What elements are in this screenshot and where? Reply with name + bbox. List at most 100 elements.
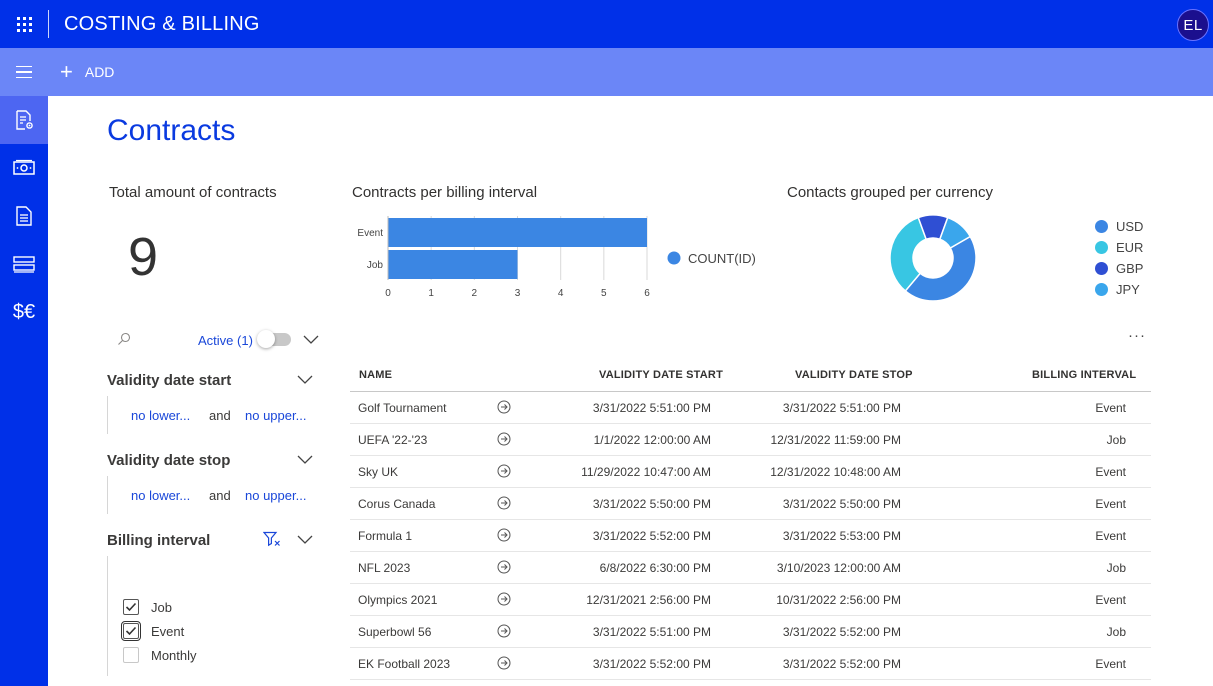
- checkmark-icon: [125, 626, 137, 636]
- kpi-value: 9: [128, 227, 159, 287]
- nav-money[interactable]: [0, 144, 48, 192]
- x-tick-label: 5: [601, 288, 607, 299]
- cell-billing-interval: Job: [1106, 433, 1126, 447]
- table-row[interactable]: Corus Canada 3/31/2022 5:50:00 PM 3/31/202…: [350, 488, 1151, 520]
- left-nav-rail: $€: [0, 96, 48, 686]
- cell-name: Superbowl 56: [358, 625, 432, 639]
- column-header-validity-start[interactable]: VALIDITY DATE START: [599, 369, 723, 381]
- table-row[interactable]: Superbowl 56 3/31/2022 5:51:00 PM 3/31/202…: [350, 616, 1151, 648]
- legend-item-gbp[interactable]: GBP: [1095, 261, 1143, 276]
- open-record-icon[interactable]: [497, 592, 511, 606]
- bar-chart: 0 1 2 3 4 5 6 Event Job COUNT(ID): [357, 216, 756, 299]
- cell-billing-interval: Job: [1106, 561, 1126, 575]
- nav-documents[interactable]: [0, 192, 48, 240]
- cell-validity-start: 6/8/2022 6:30:00 PM: [599, 561, 711, 575]
- donut-chart: [889, 214, 977, 302]
- legend-label: USD: [1116, 219, 1144, 234]
- active-filter-label[interactable]: Active (1): [198, 333, 253, 348]
- chevron-down-icon[interactable]: [297, 455, 313, 465]
- open-record-icon[interactable]: [497, 528, 511, 542]
- chevron-down-icon[interactable]: [303, 335, 319, 345]
- add-button[interactable]: + ADD: [60, 61, 114, 83]
- cell-validity-start: 1/1/2022 12:00:00 AM: [593, 433, 711, 447]
- cell-validity-start: 3/31/2022 5:50:00 PM: [592, 497, 711, 511]
- checkbox-monthly[interactable]: [123, 647, 139, 663]
- cell-billing-interval: Event: [1095, 465, 1126, 479]
- legend-item-usd[interactable]: USD: [1095, 219, 1143, 234]
- nav-contracts[interactable]: [0, 96, 48, 144]
- column-header-name[interactable]: NAME: [359, 369, 392, 381]
- nav-list[interactable]: [0, 240, 48, 288]
- search-icon[interactable]: [117, 332, 131, 346]
- waffle-icon: [16, 16, 32, 32]
- category-label: Job: [367, 260, 384, 271]
- stop-lower-bound-link[interactable]: no lower...: [131, 488, 190, 503]
- filter-title-validity-stop: Validity date stop: [107, 452, 231, 469]
- app-title: COSTING & BILLING: [64, 12, 260, 35]
- checkmark-icon: [125, 602, 137, 612]
- table-row[interactable]: UEFA '22-'23 1/1/2022 12:00:00 AM 12/31/20…: [350, 424, 1151, 456]
- stop-upper-bound-link[interactable]: no upper...: [245, 488, 306, 503]
- cell-billing-interval: Event: [1095, 593, 1126, 607]
- cell-validity-stop: 12/31/2022 10:48:00 AM: [770, 465, 901, 479]
- filter-title-billing-interval: Billing interval: [107, 532, 211, 549]
- legend-marker: [1095, 220, 1108, 233]
- x-tick-label: 6: [644, 288, 650, 299]
- cell-validity-start: 3/31/2022 5:52:00 PM: [592, 657, 711, 671]
- cell-billing-interval: Event: [1095, 401, 1126, 415]
- open-record-icon[interactable]: [497, 400, 511, 414]
- contract-settings-icon: [16, 110, 33, 130]
- table-row[interactable]: Formula 1 3/31/2022 5:52:00 PM 3/31/2022 5…: [350, 520, 1151, 552]
- x-tick-label: 3: [515, 288, 521, 299]
- clear-filter-icon[interactable]: [263, 531, 281, 547]
- open-record-icon[interactable]: [497, 624, 511, 638]
- open-record-icon[interactable]: [497, 432, 511, 446]
- chevron-down-icon[interactable]: [297, 535, 313, 545]
- cell-name: Sky UK: [358, 465, 399, 479]
- cell-name: Formula 1: [358, 529, 413, 543]
- more-options-icon[interactable]: ···: [1128, 327, 1146, 344]
- cell-name: Olympics 2021: [358, 593, 438, 607]
- column-header-validity-stop[interactable]: VALIDITY DATE STOP: [795, 369, 913, 381]
- cell-validity-start: 3/31/2022 5:51:00 PM: [592, 625, 711, 639]
- legend-item-jpy[interactable]: JPY: [1095, 282, 1140, 297]
- cell-validity-stop: 12/31/2022 11:59:00 PM: [770, 433, 901, 447]
- add-button-label: ADD: [84, 64, 115, 80]
- nav-toggle-button[interactable]: [0, 48, 48, 96]
- open-record-icon[interactable]: [497, 496, 511, 510]
- open-record-icon[interactable]: [497, 560, 511, 574]
- table-row[interactable]: Olympics 2021 12/31/2021 2:56:00 PM 10/31/…: [350, 584, 1151, 616]
- toggle-knob[interactable]: [257, 330, 275, 348]
- cell-billing-interval: Event: [1095, 529, 1126, 543]
- legend-label: GBP: [1116, 261, 1144, 276]
- table-row[interactable]: Sky UK 11/29/2022 10:47:00 AM 12/31/2022 1…: [350, 456, 1151, 488]
- legend-label: EUR: [1116, 240, 1144, 255]
- start-lower-bound-link[interactable]: no lower...: [131, 408, 190, 423]
- cell-validity-stop: 3/31/2022 5:51:00 PM: [782, 401, 901, 415]
- checkbox-job[interactable]: [123, 599, 139, 615]
- open-record-icon[interactable]: [497, 464, 511, 478]
- user-avatar[interactable]: EL: [1177, 9, 1209, 41]
- open-record-icon[interactable]: [497, 656, 511, 670]
- currency-icon: $€: [12, 300, 36, 323]
- filter-title-validity-start: Validity date start: [107, 372, 232, 389]
- table-row[interactable]: EK Football 2023 3/31/2022 5:52:00 PM 3/31…: [350, 648, 1151, 680]
- start-upper-bound-link[interactable]: no upper...: [245, 408, 306, 423]
- bar-chart-title: Contracts per billing interval: [352, 184, 538, 201]
- column-header-billing-interval[interactable]: BILLING INTERVAL: [1032, 369, 1136, 381]
- document-icon: [16, 206, 32, 226]
- table-row[interactable]: NFL 2023 6/8/2022 6:30:00 PM 3/10/2023 12:…: [350, 552, 1151, 584]
- nav-currency[interactable]: $€: [0, 288, 48, 336]
- cell-name: Corus Canada: [358, 497, 436, 511]
- app-launcher-button[interactable]: [0, 0, 48, 48]
- checkbox-event[interactable]: [121, 621, 141, 641]
- chevron-down-icon[interactable]: [297, 375, 313, 385]
- legend-item-eur[interactable]: EUR: [1095, 240, 1143, 255]
- bar-event[interactable]: [388, 218, 647, 247]
- cell-billing-interval: Job: [1106, 625, 1126, 639]
- cell-name: Golf Tournament: [358, 401, 447, 415]
- bar-job[interactable]: [388, 250, 518, 279]
- page-title: Contracts: [107, 114, 236, 147]
- table-row[interactable]: Golf Tournament 3/31/2022 5:51:00 PM 3/31/…: [350, 392, 1151, 424]
- cell-validity-stop: 3/10/2023 12:00:00 AM: [776, 561, 901, 575]
